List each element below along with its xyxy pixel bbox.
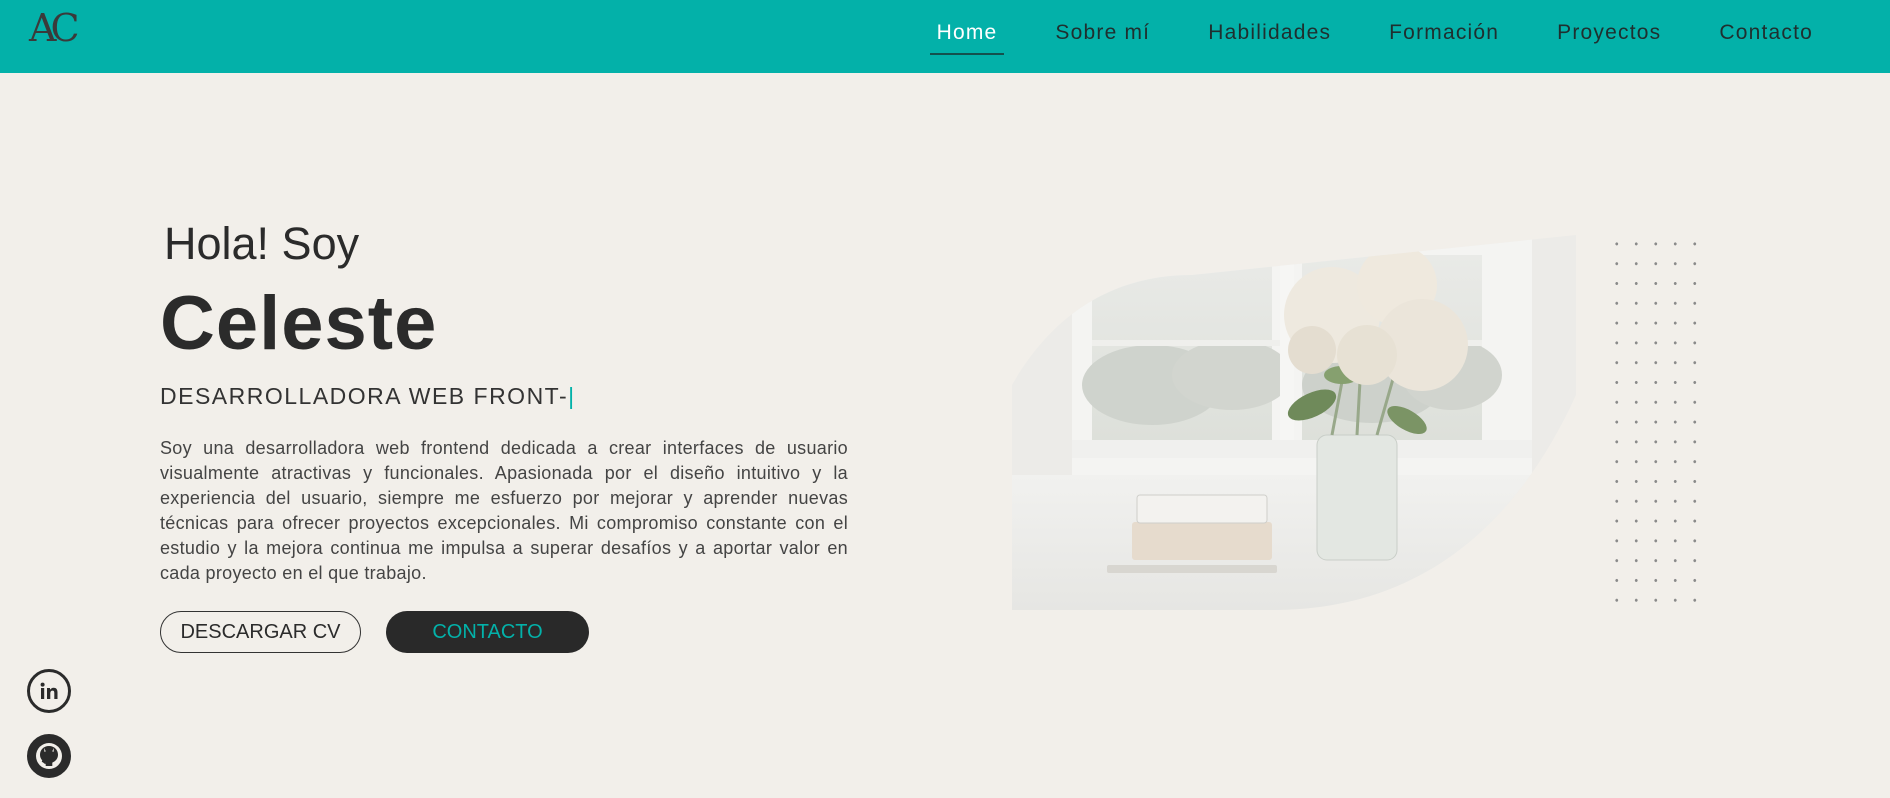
window-flowers-photo bbox=[1012, 235, 1576, 610]
hero-name: Celeste bbox=[160, 281, 438, 366]
nav-sobre-mi[interactable]: Sobre mí bbox=[1048, 19, 1157, 55]
typing-cursor: | bbox=[568, 383, 576, 409]
hero-description: Soy una desarrolladora web frontend dedi… bbox=[160, 438, 848, 583]
linkedin-link[interactable] bbox=[27, 669, 71, 713]
github-link[interactable] bbox=[27, 734, 71, 778]
nav-proyectos[interactable]: Proyectos bbox=[1550, 19, 1668, 55]
hero-role-text: DESARROLLADORA WEB FRONT- bbox=[160, 383, 569, 409]
main-nav: Home Sobre mí Habilidades Formación Proy… bbox=[929, 0, 1820, 73]
nav-contacto[interactable]: Contacto bbox=[1712, 19, 1820, 55]
logo[interactable]: AC bbox=[29, 9, 79, 47]
nav-habilidades[interactable]: Habilidades bbox=[1201, 19, 1338, 55]
hero-greeting: Hola! Soy bbox=[164, 218, 360, 269]
hero-role: DESARROLLADORA WEB FRONT-| bbox=[160, 383, 576, 410]
contact-button[interactable]: CONTACTO bbox=[386, 611, 589, 653]
decorative-dot-grid bbox=[1607, 234, 1712, 611]
download-cv-button[interactable]: DESCARGAR CV bbox=[160, 611, 361, 653]
nav-home[interactable]: Home bbox=[929, 19, 1005, 55]
navbar: AC Home Sobre mí Habilidades Formación P… bbox=[0, 0, 1890, 73]
github-icon bbox=[36, 743, 62, 769]
hero-image bbox=[1012, 235, 1576, 610]
linkedin-icon bbox=[40, 682, 58, 699]
nav-formacion[interactable]: Formación bbox=[1382, 19, 1506, 55]
